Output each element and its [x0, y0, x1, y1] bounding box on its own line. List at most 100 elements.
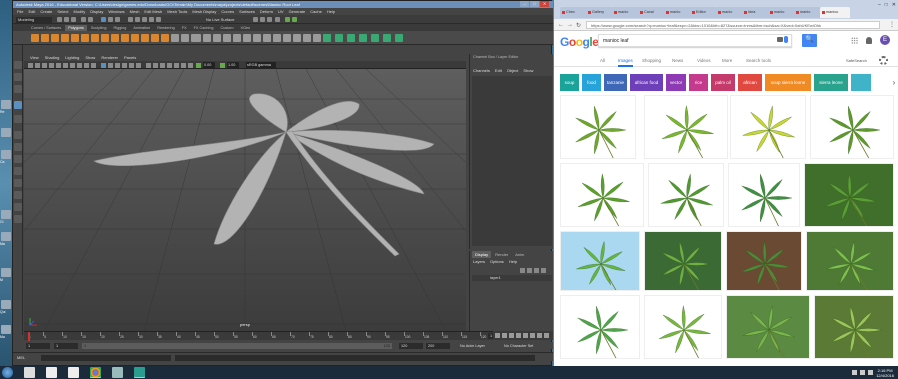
menu-display[interactable]: Display [90, 9, 103, 14]
search-nav-search-tools[interactable]: Search tools [746, 58, 771, 63]
go-to-end-icon[interactable] [544, 333, 549, 338]
close-button[interactable]: ✕ [540, 1, 549, 7]
shadows-icon[interactable] [136, 63, 141, 68]
browser-tab[interactable]: Caval [638, 7, 665, 18]
image-plane-icon[interactable] [49, 63, 54, 68]
motion-blur-icon[interactable] [174, 63, 179, 68]
lattice-icon[interactable] [383, 34, 391, 42]
menu-curves[interactable]: Curves [221, 9, 234, 14]
soccer-ball-icon[interactable] [161, 34, 169, 42]
sculpt-icon[interactable] [395, 34, 403, 42]
new-empty-layer-icon[interactable] [534, 268, 539, 273]
pyramid-icon[interactable] [111, 34, 119, 42]
viewport-menu-lighting[interactable]: Lighting [65, 55, 79, 60]
chrome-menu-icon[interactable]: ⋮ [889, 21, 895, 28]
channel-menu-edit[interactable]: Edit [495, 68, 502, 75]
soft-select-icon[interactable] [371, 34, 379, 42]
image-result[interactable] [644, 295, 722, 359]
step-forward-frame-icon[interactable] [530, 333, 535, 338]
cone-icon[interactable] [61, 34, 69, 42]
exposure-icon[interactable] [196, 63, 201, 68]
depth-of-field-icon[interactable] [188, 63, 193, 68]
pipe-icon[interactable] [131, 34, 139, 42]
color-space-select[interactable]: sRGB gamma [246, 62, 276, 68]
google-logo[interactable]: Google [560, 35, 599, 49]
menu-surfaces[interactable]: Surfaces [239, 9, 255, 14]
mirror-icon[interactable] [233, 34, 241, 42]
move-tool-icon[interactable] [14, 101, 22, 109]
menu-uv[interactable]: UV [278, 9, 284, 14]
related-search-chip[interactable]: tanzanie [604, 74, 627, 91]
microphone-icon[interactable] [784, 36, 788, 43]
move-layer-down-icon[interactable] [527, 268, 532, 273]
type-icon[interactable] [181, 34, 189, 42]
start-time-field[interactable]: 1 [26, 343, 50, 349]
reload-icon[interactable]: ↻ [576, 22, 581, 29]
single-view-icon[interactable] [14, 155, 22, 163]
snap-plane-icon[interactable] [149, 17, 154, 22]
chevron-right-icon[interactable]: › [889, 74, 898, 91]
antialiasing-icon[interactable] [181, 63, 186, 68]
related-search-chip[interactable]: african [738, 74, 762, 91]
layout-graph-icon[interactable] [14, 215, 22, 223]
camera-search-icon[interactable] [777, 37, 783, 42]
browser-tab[interactable]: manio [664, 7, 691, 18]
layer-tab-display[interactable]: Display [472, 251, 492, 258]
field-chart-icon[interactable] [84, 63, 89, 68]
search-nav-all[interactable]: All [600, 58, 605, 63]
menu-windows[interactable]: Windows [108, 9, 124, 14]
maya-icon[interactable] [134, 367, 145, 378]
layout-persp-outliner-icon[interactable] [14, 203, 22, 211]
disc-icon[interactable] [91, 34, 99, 42]
planar-uv-icon[interactable] [323, 34, 331, 42]
search-nav-shopping[interactable]: Shopping [642, 58, 661, 63]
image-result[interactable] [726, 295, 810, 359]
perspective-viewport[interactable]: persp [24, 69, 466, 331]
menu-deform[interactable]: Deform [260, 9, 273, 14]
search-input[interactable]: manioc leaf [598, 34, 792, 47]
browser-tab[interactable]: manio [716, 7, 743, 18]
xray-joints-icon[interactable] [153, 63, 158, 68]
image-result[interactable] [726, 231, 802, 291]
modeling-toolkit-icon[interactable] [359, 34, 367, 42]
combine-icon[interactable] [193, 34, 201, 42]
film-gate-icon[interactable] [63, 63, 68, 68]
anim-layer-select[interactable]: No Anim Layer [460, 343, 485, 349]
select-by-hierarchy-icon[interactable] [101, 17, 106, 22]
four-view-icon[interactable] [14, 167, 22, 175]
avatar[interactable]: E [880, 35, 890, 45]
explorer-icon[interactable] [112, 367, 123, 378]
search-nav-videos[interactable]: Videos [697, 58, 711, 63]
image-result[interactable] [810, 95, 894, 159]
play-backwards-icon[interactable] [516, 333, 521, 338]
related-search-chip[interactable] [851, 74, 871, 91]
desktop-icon[interactable] [1, 268, 11, 277]
grid-icon[interactable] [56, 63, 61, 68]
related-search-chip[interactable]: food [582, 74, 601, 91]
manioc-leaf-model[interactable] [93, 93, 435, 257]
playback-start-field[interactable]: 1 [54, 343, 78, 349]
image-result[interactable] [728, 163, 800, 227]
make-live-icon[interactable] [156, 17, 161, 22]
related-search-chip[interactable]: african food [630, 74, 663, 91]
mode-select[interactable]: Modeling [16, 17, 52, 23]
ambient-occlusion-icon[interactable] [167, 63, 172, 68]
lights-icon[interactable] [129, 63, 134, 68]
safe-search-toggle[interactable]: SafeSearch [846, 58, 867, 63]
step-back-key-icon[interactable] [502, 333, 507, 338]
viewport-menu-show[interactable]: Show [85, 55, 95, 60]
gamma-icon[interactable] [220, 63, 225, 68]
desktop-icon[interactable] [1, 325, 11, 334]
sidebar-toggle-icon[interactable] [285, 17, 290, 22]
image-result[interactable] [814, 295, 894, 359]
related-search-chip[interactable]: palm oil [711, 74, 735, 91]
gate-mask-icon[interactable] [77, 63, 82, 68]
target-weld-icon[interactable] [303, 34, 311, 42]
file-icon[interactable] [24, 367, 35, 378]
layer-menu-help[interactable]: Help [509, 259, 517, 265]
browser-tab[interactable]: Editor [690, 7, 717, 18]
connect-icon[interactable] [313, 34, 321, 42]
snap-curve-icon[interactable] [135, 17, 140, 22]
channel-menu-object[interactable]: Object [507, 68, 519, 75]
bookmark-icon[interactable] [42, 63, 47, 68]
